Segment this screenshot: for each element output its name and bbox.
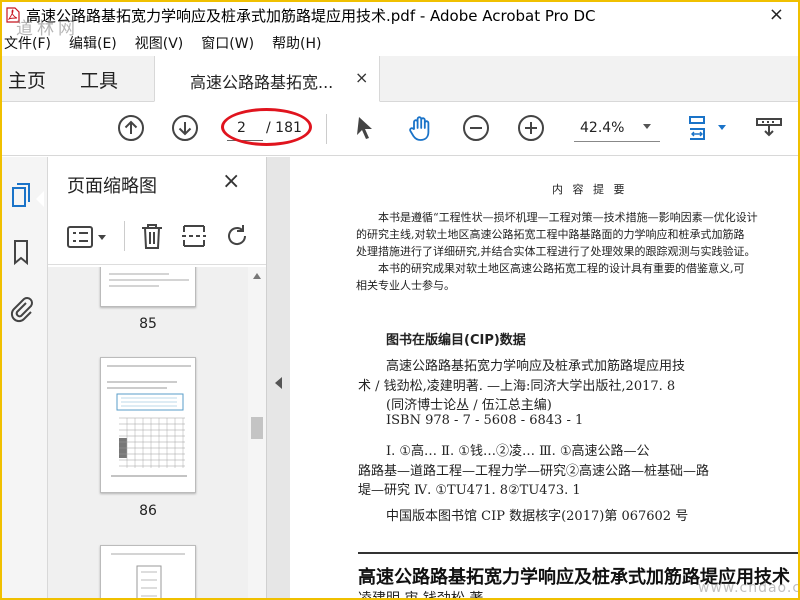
thumbnail-label-86: 86 [139, 503, 157, 519]
page-86-preview [107, 365, 191, 477]
cip-isbn: ISBN 978 - 7 - 5608 - 6843 - 1 [386, 413, 584, 428]
tab-tools[interactable]: 工具 [80, 66, 118, 93]
pdf-page: 内 容 提 要 本书是遵循“工程性状—损坏机理—工程对策—技术措施—影响因素—优… [290, 157, 798, 598]
page-85-preview [109, 273, 189, 287]
summary-line-3: 处理措施进行了详细研究,并结合实体工程进行了处理效果的跟踪观测与实践验证。 [356, 245, 756, 258]
menu-help[interactable]: 帮助(H) [272, 33, 321, 53]
menu-window[interactable]: 窗口(W) [201, 33, 254, 53]
delete-page-icon[interactable] [138, 221, 166, 251]
thumbnail-options-icon[interactable] [66, 223, 110, 251]
menu-edit[interactable]: 编辑(E) [69, 33, 117, 53]
thumbnail-page-86[interactable] [100, 357, 196, 493]
page-87-preview [111, 553, 185, 598]
more-tools-icon[interactable] [754, 113, 784, 143]
zoom-in-icon[interactable] [516, 113, 546, 143]
summary-line-4: 本书的研究成果对软土地区高速公路拓宽工程的设计具有重要的借鉴意义,可 [378, 262, 745, 275]
toolbar-divider [326, 114, 327, 144]
panel-collapse-strip[interactable] [266, 157, 290, 598]
thumbnail-page-87[interactable] [100, 545, 196, 598]
collapse-arrow-icon[interactable] [275, 377, 282, 389]
zoom-level-select[interactable]: 42.4% [574, 116, 660, 142]
cip-line-2: 术 / 钱劲松,凌建明著. —上海:同济大学出版社,2017. 8 [358, 379, 676, 394]
select-cursor-icon[interactable] [350, 113, 380, 143]
document-view[interactable]: 内 容 提 要 本书是遵循“工程性状—损坏机理—工程对策—技术措施—影响因素—优… [290, 157, 798, 598]
scrollbar-thumb[interactable] [251, 417, 263, 439]
summary-line-2: 的研究主线,对软土地区高速公路拓宽工程中路基路面的力学响应和桩承式加筋路 [356, 228, 745, 241]
rotate-page-icon[interactable] [222, 221, 252, 251]
menu-view[interactable]: 视图(V) [135, 33, 184, 53]
highlight-annotation-oval [221, 108, 312, 146]
navigation-rail [2, 157, 48, 598]
page-thumbnails-panel: 页面缩略图 × 85 86 [48, 157, 266, 598]
classification-line-3: 堤—研究 Ⅳ. ①TU471. 8②TU473. 1 [358, 483, 581, 498]
thumbnail-scrollbar[interactable] [248, 267, 266, 598]
tab-home[interactable]: 主页 [8, 66, 46, 93]
panel-close-button[interactable]: × [222, 169, 240, 194]
page-thumbnails-icon[interactable] [8, 179, 34, 209]
thumbnail-list: 85 86 [48, 267, 248, 598]
menu-file[interactable]: 文件(F) [4, 33, 51, 53]
cip-title: 图书在版编目(CIP)数据 [386, 333, 526, 348]
active-panel-pointer [36, 191, 44, 207]
window-title: 高速公路路基拓宽力学响应及桩承式加筋路堤应用技术.pdf - Adobe Acr… [26, 6, 596, 25]
title-bar: 高速公路路基拓宽力学响应及桩承式加筋路堤应用技术.pdf - Adobe Acr… [2, 2, 798, 28]
window-close-button[interactable]: × [769, 4, 784, 25]
main-toolbar: 2 / 181 42.4% [2, 102, 798, 156]
attachments-icon[interactable] [8, 293, 34, 323]
bookmarks-icon[interactable] [8, 237, 34, 267]
classification-line-2: 路路基—道路工程—工程力学—研究②高速公路—桩基础—路 [358, 464, 710, 479]
extract-page-icon[interactable] [180, 221, 208, 251]
summary-line-1: 本书是遵循“工程性状—损坏机理—工程对策—技术措施—影响因素—优化设计 [378, 211, 758, 224]
acrobat-window: 高速公路路基拓宽力学响应及桩承式加筋路堤应用技术.pdf - Adobe Acr… [2, 2, 798, 598]
panel-title: 页面缩略图 [67, 176, 157, 197]
previous-page-icon[interactable] [116, 113, 146, 143]
panel-toolbar-divider [124, 221, 125, 251]
cip-line-3: (同济博士论丛 / 伍江总主编) [386, 398, 552, 413]
menu-bar: 文件(F) 编辑(E) 视图(V) 窗口(W) 帮助(H) [2, 30, 798, 56]
tab-bar: 主页 工具 高速公路路基拓宽... × [2, 56, 798, 102]
cip-number: 中国版本图书馆 CIP 数据核字(2017)第 067602 号 [386, 509, 689, 524]
fit-page-icon[interactable] [686, 113, 730, 143]
thumbnail-page-85[interactable] [100, 267, 196, 307]
cip-line-1: 高速公路路基拓宽力学响应及桩承式加筋路堤应用技 [386, 359, 686, 374]
classification-line-1: Ⅰ. ①高… Ⅱ. ①钱…②凌… Ⅲ. ①高速公路—公 [386, 444, 650, 459]
zoom-out-icon[interactable] [461, 113, 491, 143]
thumbnail-label-85: 85 [139, 316, 157, 332]
next-page-icon[interactable] [170, 113, 200, 143]
summary-heading: 内 容 提 要 [552, 183, 628, 196]
panel-toolbar [48, 209, 266, 265]
watermark-site: www.cndao.com [698, 580, 798, 596]
section-divider [358, 552, 798, 554]
scroll-up-icon[interactable] [253, 273, 261, 279]
zoom-dropdown-caret[interactable] [643, 124, 651, 129]
book-authors: 凌建明 审 钱劲松 著 [358, 588, 483, 598]
tab-document[interactable]: 高速公路路基拓宽... × [154, 56, 380, 102]
summary-line-5: 相关专业人士参与。 [356, 279, 455, 292]
hand-tool-icon[interactable] [406, 113, 436, 143]
tab-close-button[interactable]: × [355, 68, 368, 87]
tab-document-label: 高速公路路基拓宽... [190, 73, 334, 92]
